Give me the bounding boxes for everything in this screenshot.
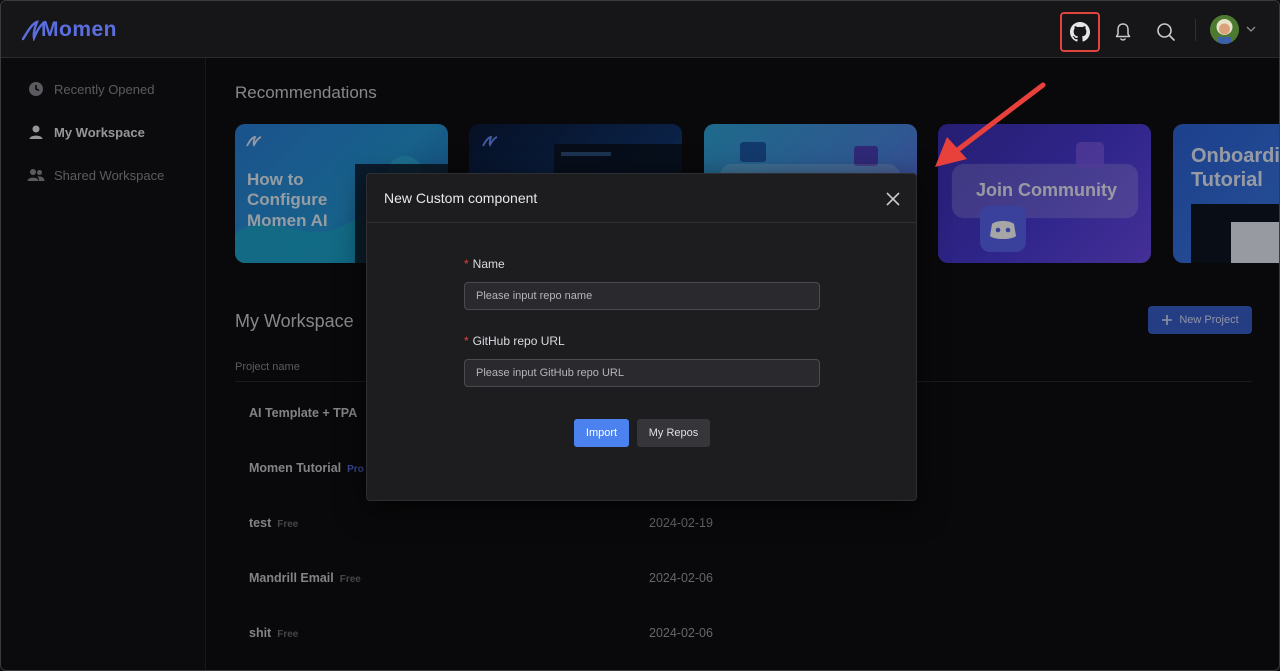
close-button[interactable] — [885, 191, 901, 207]
chevron-down-icon[interactable] — [1245, 23, 1257, 35]
dialog-title: New Custom component — [384, 190, 538, 206]
my-repos-button[interactable]: My Repos — [637, 419, 710, 447]
bell-icon — [1115, 23, 1131, 41]
name-label: * Name — [464, 257, 505, 271]
repo-name-input[interactable] — [464, 282, 820, 310]
close-icon — [886, 192, 900, 206]
github-url-label: * GitHub repo URL — [464, 334, 565, 348]
app-window: Momen Recently Opened My Workspace Share… — [0, 0, 1280, 671]
github-button[interactable] — [1060, 12, 1100, 52]
github-icon — [1070, 22, 1090, 42]
search-icon — [1157, 23, 1175, 41]
github-url-input[interactable] — [464, 359, 820, 387]
momen-logo[interactable]: Momen — [21, 18, 117, 42]
github-url-label-text: GitHub repo URL — [472, 334, 565, 348]
import-button[interactable]: Import — [574, 419, 629, 447]
required-mark: * — [464, 257, 469, 271]
required-mark: * — [464, 334, 469, 348]
header-divider — [1195, 19, 1196, 41]
name-label-text: Name — [472, 257, 505, 271]
avatar[interactable] — [1210, 15, 1239, 44]
notifications-button[interactable] — [1103, 12, 1143, 52]
annotation-arrow-icon — [935, 82, 1046, 167]
logo-text: Momen — [41, 18, 117, 41]
search-button[interactable] — [1146, 12, 1186, 52]
avatar-image — [1210, 15, 1239, 44]
new-custom-component-dialog: New Custom component *Name *GitHub repo … — [366, 173, 917, 501]
dialog-divider — [367, 222, 916, 223]
top-bar: Momen — [1, 1, 1279, 58]
